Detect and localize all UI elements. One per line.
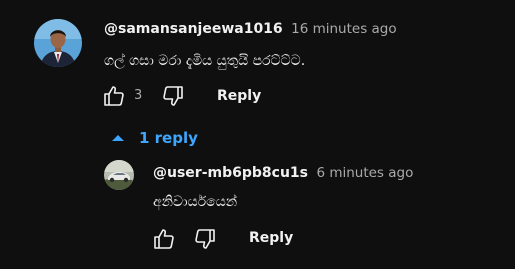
thumbs-down-icon xyxy=(195,229,215,249)
reply-button[interactable]: Reply xyxy=(217,87,261,105)
like-button[interactable] xyxy=(102,84,126,108)
replies-toggle[interactable]: 1 reply xyxy=(111,129,198,147)
thumbs-up-icon xyxy=(154,229,174,249)
user-avatar-icon xyxy=(104,160,134,190)
caret-up-icon xyxy=(112,135,124,141)
comment-time[interactable]: 16 minutes ago xyxy=(291,21,397,37)
reply-author[interactable]: @user-mb6pb8cu1s xyxy=(153,165,308,181)
dislike-button[interactable] xyxy=(161,84,185,108)
reply-dislike-button[interactable] xyxy=(193,227,217,251)
reply-text: අනිවාර්යයෙන් xyxy=(153,194,238,210)
like-count: 3 xyxy=(134,88,143,103)
comment-avatar[interactable] xyxy=(34,19,82,67)
comment-thread: @samansanjeewa1016 16 minutes ago ගල් ගස… xyxy=(0,0,515,269)
comment-text: ගල් ගසා මරා දැමිය යුතුයි පරට්ට්ට. xyxy=(104,53,306,69)
reply-time[interactable]: 6 minutes ago xyxy=(316,165,413,181)
thumbs-up-icon xyxy=(104,86,124,106)
replies-count-label: 1 reply xyxy=(139,129,198,147)
comment-author[interactable]: @samansanjeewa1016 xyxy=(104,21,283,37)
comment-meta: @samansanjeewa1016 16 minutes ago xyxy=(104,20,397,38)
user-avatar-icon xyxy=(34,19,82,67)
reply-reply-button[interactable]: Reply xyxy=(249,229,293,247)
reply-like-button[interactable] xyxy=(152,227,176,251)
reply-avatar[interactable] xyxy=(104,160,134,190)
thumbs-down-icon xyxy=(163,86,183,106)
reply-meta: @user-mb6pb8cu1s 6 minutes ago xyxy=(153,164,413,182)
